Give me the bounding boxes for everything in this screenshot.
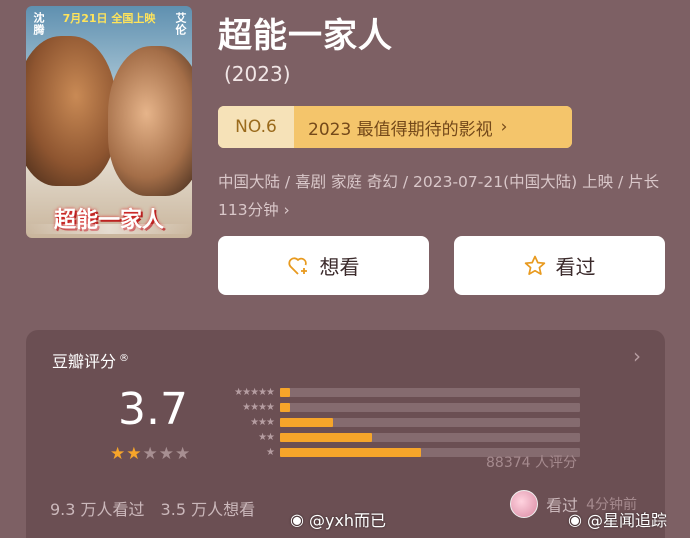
row-stars-icon: ★★★★★: [234, 387, 275, 398]
rating-star-icon: ★: [158, 444, 175, 464]
distribution-bar: [280, 388, 290, 397]
rating-star-icon: ★: [142, 444, 159, 464]
heart-plus-icon: [287, 256, 310, 276]
row-stars-icon: ★★★: [250, 417, 275, 428]
want-to-watch-button[interactable]: 想看: [218, 236, 429, 295]
watermark-right-text: @星闻追踪: [586, 511, 667, 530]
ranking-banner[interactable]: NO.6 2023 最值得期待的影视 ›: [218, 106, 572, 148]
ranking-label: 2023 最值得期待的影视: [308, 119, 493, 140]
distribution-bar: [280, 448, 421, 457]
distribution-track: [280, 403, 580, 412]
rating-distribution: ★★★★★ ★★★★ ★★★ ★★ ★: [214, 386, 580, 461]
rating-star-icon: ★: [175, 444, 192, 464]
want-label: 想看: [319, 255, 360, 279]
avatar: [510, 490, 539, 518]
rating-star-icon: ★: [126, 444, 143, 464]
rating-star-icon: ★: [110, 444, 127, 464]
watched-count: 9.3 万人看过: [50, 500, 145, 519]
row-stars-icon: ★★★★: [242, 402, 275, 413]
star-outline-icon: [524, 255, 546, 276]
distribution-bar: [280, 418, 333, 427]
seen-label: 看过: [555, 255, 596, 279]
distribution-bar: [280, 433, 373, 442]
movie-title: 超能一家人: [218, 16, 393, 56]
rating-count: 88374 人评分: [486, 455, 577, 471]
registered-mark: ®: [119, 352, 130, 364]
distribution-row: ★★★★★: [214, 386, 580, 399]
poster-actor-left: 沈腾: [32, 12, 45, 36]
chevron-right-icon[interactable]: ›: [633, 344, 641, 368]
distribution-track: [280, 418, 580, 427]
ranking-label-wrap: 2023 最值得期待的影视 ›: [294, 106, 572, 148]
row-stars-icon: ★: [266, 447, 275, 458]
distribution-row: ★★★: [214, 416, 580, 429]
movie-year: (2023): [224, 62, 291, 86]
watermark-left-text: @yxh而已: [308, 511, 387, 530]
watched-button[interactable]: 看过: [454, 236, 665, 295]
poster-face-right: [108, 46, 192, 196]
chevron-right-icon: ›: [283, 201, 290, 219]
movie-meta[interactable]: 中国大陆 / 喜剧 家庭 奇幻 / 2023-07-21(中国大陆) 上映 / …: [218, 168, 666, 224]
poster-face-left: [26, 36, 116, 186]
distribution-track: [280, 388, 580, 397]
rating-stars: ★★★★★: [110, 444, 191, 464]
want-count: 3.5 万人想看: [160, 500, 256, 519]
distribution-bar: [280, 403, 290, 412]
distribution-row: ★★★★: [214, 401, 580, 414]
row-stars-icon: ★★: [258, 432, 275, 443]
weibo-icon: ◉: [568, 509, 582, 529]
poster-actor-right: 艾伦: [174, 12, 187, 36]
chevron-right-icon: ›: [500, 117, 508, 137]
poster-release-text: 7月21日 全国上映: [62, 12, 156, 25]
distribution-row: ★★: [214, 431, 580, 444]
movie-poster[interactable]: 7月21日 全国上映 沈腾 艾伦 超能一家人: [26, 6, 192, 238]
rating-score: 3.7: [118, 384, 188, 435]
distribution-track: [280, 433, 580, 442]
watermark-right: ◉ @星闻追踪: [568, 507, 667, 531]
rating-header-text: 豆瓣评分: [52, 352, 117, 371]
poster-credits: [26, 224, 192, 234]
rating-header: 豆瓣评分 ®: [52, 348, 129, 372]
watch-stats: 9.3 万人看过 3.5 万人想看: [50, 496, 255, 520]
weibo-icon: ◉: [290, 509, 304, 529]
watermark-left: ◉ @yxh而已: [290, 507, 386, 531]
ranking-number: NO.6: [218, 106, 294, 148]
